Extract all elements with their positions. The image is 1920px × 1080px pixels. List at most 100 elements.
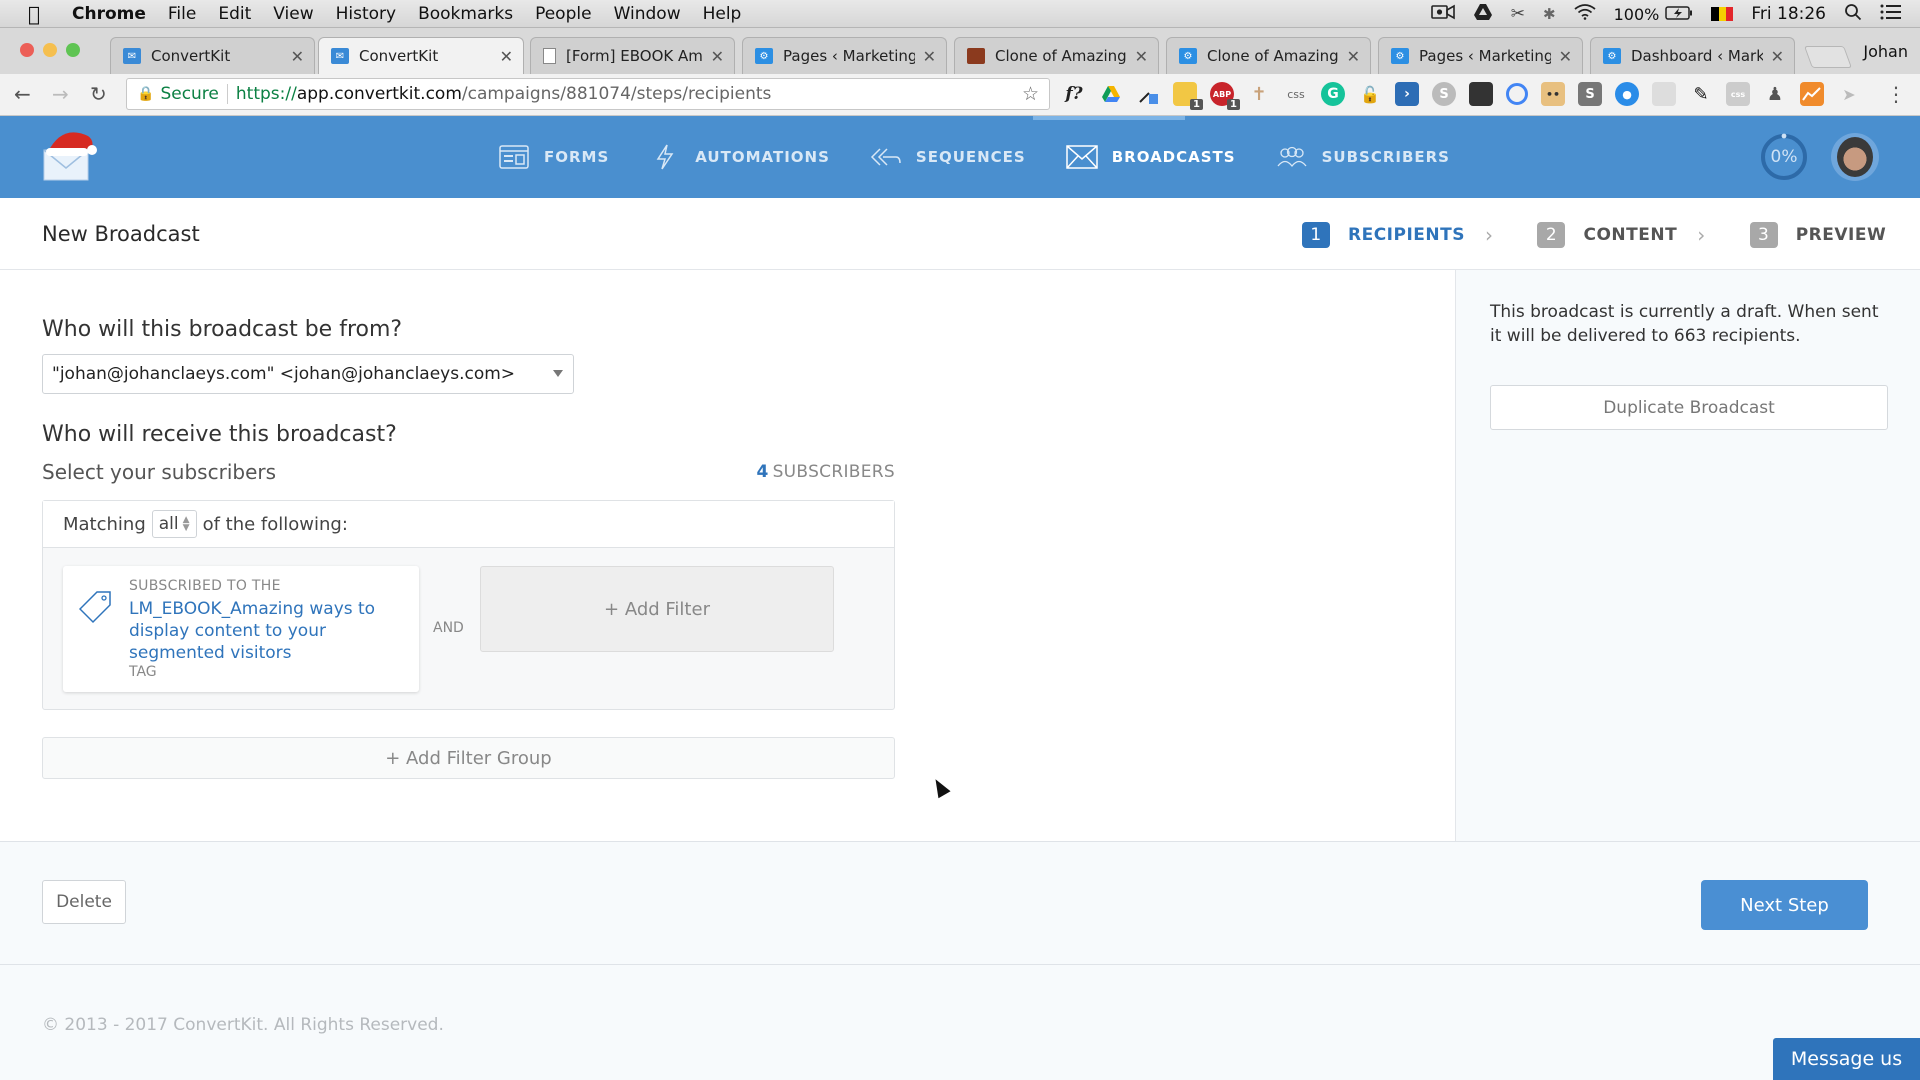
window-minimize-button[interactable] bbox=[43, 43, 57, 57]
close-tab-icon[interactable]: ✕ bbox=[923, 47, 936, 66]
eyedropper-extension-icon[interactable] bbox=[1136, 82, 1160, 106]
url-scheme: https:// bbox=[235, 84, 297, 104]
share-extension-icon[interactable]: ➤ bbox=[1837, 82, 1861, 106]
spotlight-search-icon[interactable] bbox=[1844, 3, 1862, 25]
step-recipients[interactable]: 1 RECIPIENTS bbox=[1302, 222, 1465, 248]
address-bar[interactable]: 🔒 Secure https:// app.convertkit.com /ca… bbox=[126, 78, 1050, 110]
progress-ring[interactable]: 0% bbox=[1758, 133, 1810, 181]
video-camera-icon[interactable] bbox=[1430, 4, 1455, 24]
adblock-extension-icon[interactable]: ABP 1 bbox=[1210, 82, 1240, 110]
lock-extension-icon[interactable]: 🔓 bbox=[1358, 82, 1382, 106]
signpost-extension-icon[interactable]: ✝ bbox=[1247, 82, 1271, 106]
bluetooth-icon[interactable]: ✱ bbox=[1543, 5, 1556, 23]
convertkit-santa-logo[interactable] bbox=[42, 130, 100, 182]
browser-tab[interactable]: Clone of Amazing ✕ bbox=[954, 37, 1159, 74]
step-number: 3 bbox=[1749, 222, 1778, 248]
menu-history[interactable]: History bbox=[336, 4, 396, 24]
status-area: ✂ ✱ 100% Fri 18:26 bbox=[1430, 0, 1920, 28]
filter-card[interactable]: SUBSCRIBED TO THE LM_EBOOK_Amazing ways … bbox=[63, 566, 419, 692]
edit-extension-icon[interactable]: ✎ bbox=[1689, 82, 1713, 106]
chrome-web-extension-icon[interactable] bbox=[1506, 83, 1528, 105]
apple-menu-icon[interactable]:  bbox=[28, 2, 50, 26]
menu-view[interactable]: View bbox=[273, 4, 313, 24]
progress-percent: 0% bbox=[1770, 147, 1798, 167]
step-content[interactable]: 2 CONTENT bbox=[1537, 222, 1677, 248]
menu-bookmarks[interactable]: Bookmarks bbox=[418, 4, 513, 24]
close-tab-icon[interactable]: ✕ bbox=[291, 47, 304, 66]
profile-name[interactable]: Johan bbox=[1863, 42, 1908, 61]
google-drive-extension-icon[interactable] bbox=[1099, 82, 1123, 106]
zoom-extension-icon[interactable]: ● bbox=[1615, 82, 1639, 106]
window-close-button[interactable] bbox=[20, 43, 34, 57]
browser-tab[interactable]: ⚙ Clone of Amazing ✕ bbox=[1166, 37, 1371, 74]
wifi-icon[interactable] bbox=[1574, 4, 1596, 24]
menu-app-chrome[interactable]: Chrome bbox=[72, 4, 146, 24]
wizard-extension-icon[interactable]: ♟ bbox=[1763, 82, 1787, 106]
filter-tag-name[interactable]: LM_EBOOK_Amazing ways to display content… bbox=[129, 598, 399, 664]
browser-tab[interactable]: ⚙ Dashboard ‹ Mark ✕ bbox=[1590, 37, 1795, 74]
delete-button[interactable]: Delete bbox=[42, 880, 126, 924]
font-identifier-extension-icon[interactable]: f? bbox=[1062, 82, 1086, 106]
chat-extension-icon[interactable] bbox=[1652, 82, 1676, 106]
belgium-flag-icon[interactable] bbox=[1711, 7, 1734, 21]
css-download-extension-icon[interactable]: css bbox=[1726, 82, 1750, 106]
browser-tab[interactable]: ⚙ Pages ‹ Marketing ✕ bbox=[742, 37, 947, 74]
from-address-select[interactable]: "johan@johanclaeys.com" <johan@johanclae… bbox=[42, 354, 574, 394]
sticky-notes-extension-icon[interactable]: 1 bbox=[1173, 82, 1203, 110]
close-tab-icon[interactable]: ✕ bbox=[1135, 47, 1148, 66]
tools-icon[interactable]: ✂ bbox=[1511, 4, 1525, 24]
menu-file[interactable]: File bbox=[168, 4, 196, 24]
dropdown-caret-icon bbox=[553, 370, 563, 377]
next-step-button[interactable]: Next Step bbox=[1701, 880, 1868, 930]
duplicate-broadcast-button[interactable]: Duplicate Broadcast bbox=[1490, 385, 1888, 430]
close-tab-icon[interactable]: ✕ bbox=[1347, 47, 1360, 66]
close-tab-icon[interactable]: ✕ bbox=[711, 47, 724, 66]
nav-forms[interactable]: FORMS bbox=[498, 145, 609, 169]
chrome-menu-icon[interactable]: ⋮ bbox=[1886, 82, 1906, 106]
menu-window[interactable]: Window bbox=[614, 4, 681, 24]
menu-people[interactable]: People bbox=[535, 4, 591, 24]
browser-tab[interactable]: [Form] EBOOK Am ✕ bbox=[530, 37, 735, 74]
new-tab-button[interactable] bbox=[1803, 46, 1853, 68]
browser-tab-active[interactable]: ✉ ConvertKit ✕ bbox=[318, 37, 524, 74]
css-extension-icon[interactable]: css bbox=[1284, 82, 1308, 106]
film-extension-icon[interactable] bbox=[1469, 82, 1493, 106]
s-extension-icon[interactable]: S bbox=[1578, 82, 1602, 106]
nav-broadcasts[interactable]: BROADCASTS bbox=[1065, 145, 1236, 169]
clock[interactable]: Fri 18:26 bbox=[1751, 4, 1826, 24]
menu-help[interactable]: Help bbox=[703, 4, 742, 24]
bookmark-star-icon[interactable]: ☆ bbox=[1022, 83, 1039, 105]
step-preview[interactable]: 3 PREVIEW bbox=[1749, 222, 1887, 248]
analytics-extension-icon[interactable] bbox=[1800, 82, 1824, 106]
subscriber-count-label: SUBSCRIBERS bbox=[772, 462, 895, 482]
browser-tab[interactable]: ✉ ConvertKit ✕ bbox=[110, 37, 315, 74]
forward-arrow-icon[interactable]: → bbox=[52, 82, 69, 106]
nav-sequences[interactable]: SEQUENCES bbox=[870, 145, 1026, 169]
close-tab-icon[interactable]: ✕ bbox=[1559, 47, 1572, 66]
and-label: AND bbox=[433, 620, 464, 636]
battery-charging-icon[interactable] bbox=[1665, 5, 1693, 24]
add-filter-group-button[interactable]: + Add Filter Group bbox=[42, 737, 895, 779]
menu-edit[interactable]: Edit bbox=[218, 4, 251, 24]
plug-extension-icon[interactable]: •• bbox=[1541, 82, 1565, 106]
skype-extension-icon[interactable]: S bbox=[1432, 82, 1456, 106]
user-avatar[interactable] bbox=[1831, 133, 1879, 181]
close-tab-icon[interactable]: ✕ bbox=[500, 47, 513, 66]
page-title: New Broadcast bbox=[42, 222, 200, 246]
nav-automations[interactable]: AUTOMATIONS bbox=[649, 144, 830, 170]
tab-title: Pages ‹ Marketing bbox=[1419, 47, 1551, 65]
google-drive-icon[interactable] bbox=[1473, 3, 1493, 25]
arrow-extension-icon[interactable]: › bbox=[1395, 82, 1419, 106]
grammarly-extension-icon[interactable]: G bbox=[1321, 82, 1345, 106]
nav-subscribers[interactable]: SUBSCRIBERS bbox=[1276, 145, 1450, 169]
photo-icon bbox=[967, 48, 985, 64]
browser-tab[interactable]: ⚙ Pages ‹ Marketing ✕ bbox=[1378, 37, 1583, 74]
window-zoom-button[interactable] bbox=[66, 43, 80, 57]
back-arrow-icon[interactable]: ← bbox=[14, 82, 31, 106]
matching-select[interactable]: all ▲ ▼ bbox=[151, 510, 197, 538]
reload-icon[interactable]: ↻ bbox=[90, 82, 107, 106]
message-us-button[interactable]: Message us bbox=[1773, 1038, 1920, 1080]
close-tab-icon[interactable]: ✕ bbox=[1771, 47, 1784, 66]
notification-center-icon[interactable] bbox=[1880, 4, 1902, 24]
add-filter-button[interactable]: + Add Filter bbox=[480, 566, 834, 652]
